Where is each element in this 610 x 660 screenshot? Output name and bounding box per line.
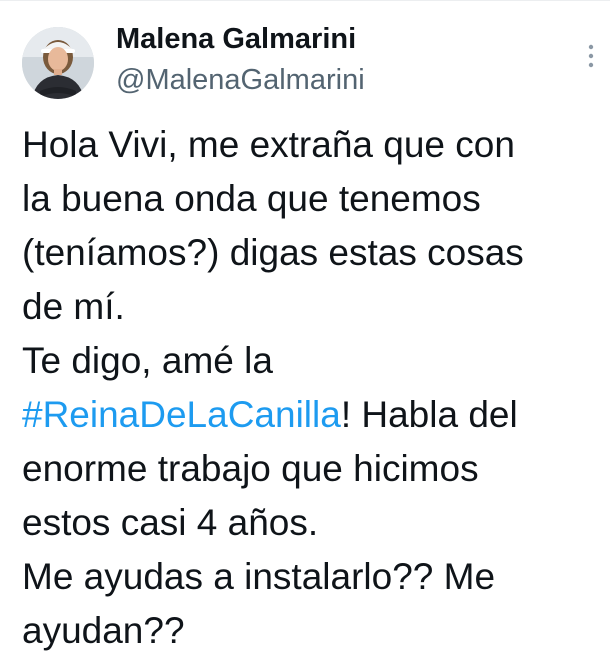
tweet-line: de mí.: [22, 286, 125, 327]
tweet-line: ayudan??: [22, 610, 185, 651]
tweet-line: estos casi 4 años.: [22, 502, 319, 543]
tweet-line-with-hashtag: #ReinaDeLaCanilla! Habla del: [22, 388, 606, 442]
tweet-line: Hola Vivi, me extraña que con: [22, 124, 515, 165]
avatar[interactable]: [22, 27, 94, 99]
user-handle[interactable]: @MalenaGalmarini: [116, 62, 365, 98]
tweet-line: (teníamos?) digas estas cosas: [22, 232, 524, 273]
hashtag-link[interactable]: #ReinaDeLaCanilla: [22, 394, 341, 435]
tweet-line: la buena onda que tenemos: [22, 178, 481, 219]
tweet-line-rest: ! Habla del: [340, 394, 518, 435]
tweet-line: Me ayudas a instalarlo?? Me: [22, 556, 496, 597]
tweet-line: Te digo, amé la: [22, 340, 273, 381]
tweet-card: Malena Galmarini @MalenaGalmarini Hola V…: [0, 0, 610, 660]
display-name[interactable]: Malena Galmarini: [116, 21, 356, 57]
tweet-line: enorme trabajo que hicimos: [22, 448, 479, 489]
more-options-button[interactable]: [580, 41, 602, 71]
tweet-text: Hola Vivi, me extraña que con la buena o…: [22, 118, 606, 658]
profile-photo-icon: [22, 27, 94, 99]
more-vertical-icon: [588, 44, 594, 68]
